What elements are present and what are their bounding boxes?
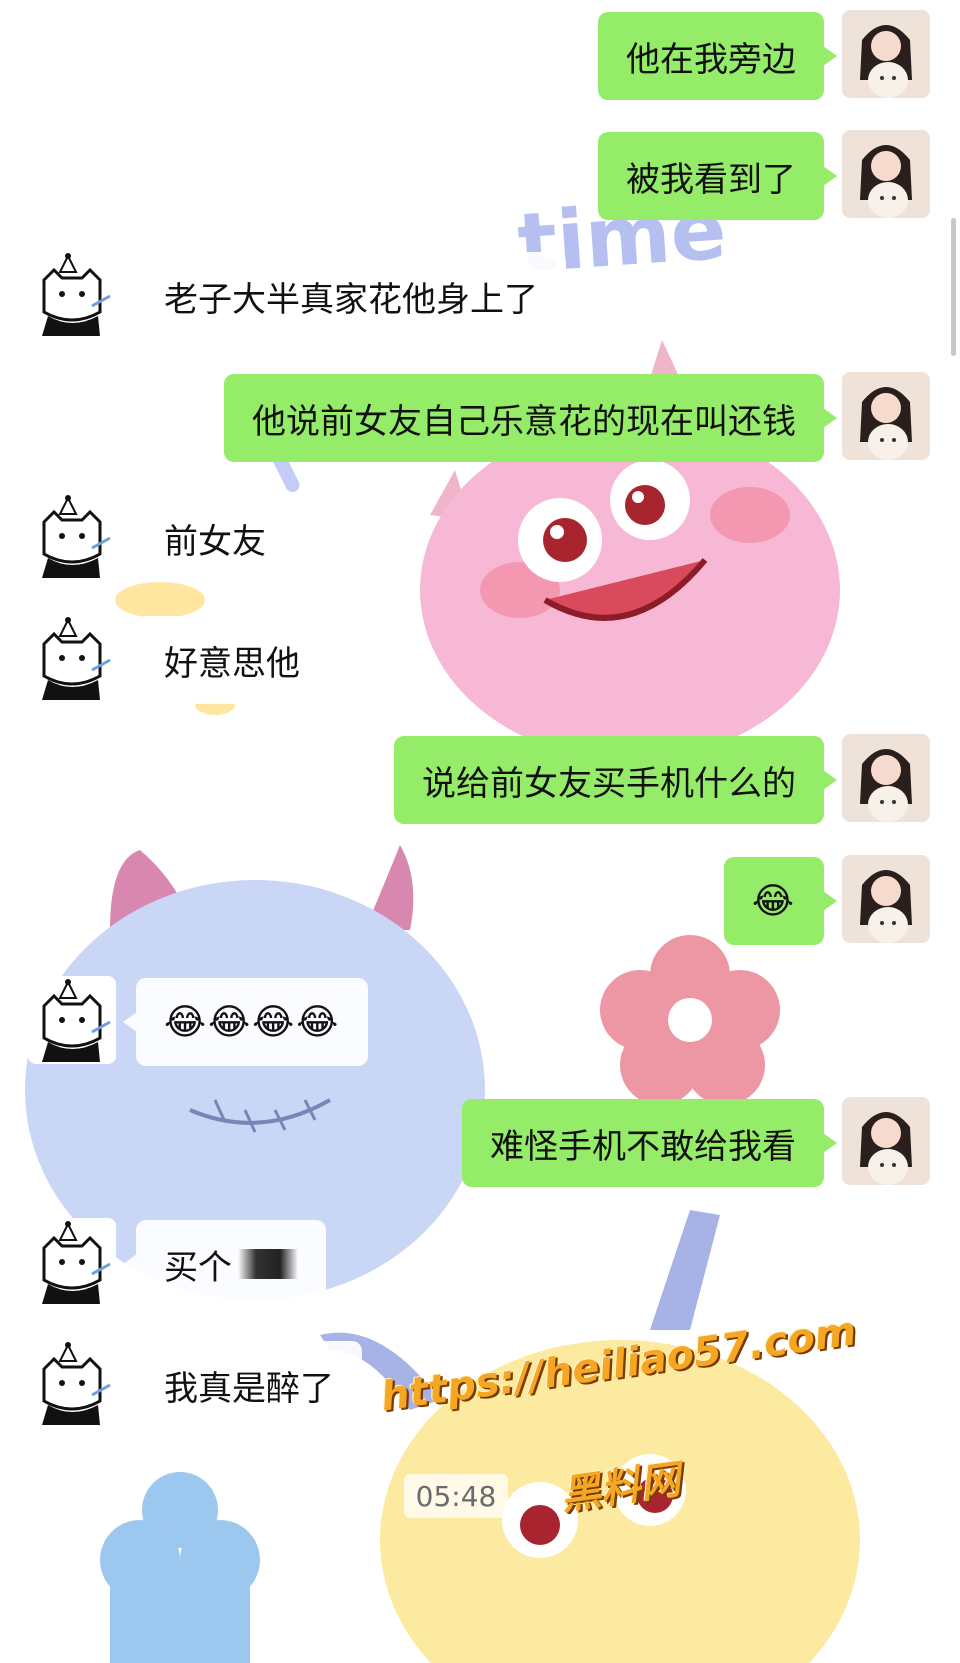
girl-with-bunny-avatar-icon[interactable] bbox=[842, 855, 930, 943]
chat-message-list: 他在我旁边 被我看到了 老子大半真家花他身上了 他说前女友自己乐意花的现在叫还钱… bbox=[0, 0, 960, 1663]
scrollbar[interactable] bbox=[951, 218, 956, 356]
cat-with-party-hat-avatar-icon[interactable] bbox=[28, 492, 116, 580]
cat-with-party-hat-avatar-icon[interactable] bbox=[28, 976, 116, 1064]
girl-with-bunny-avatar-icon[interactable] bbox=[842, 10, 930, 98]
redaction-mark bbox=[238, 1249, 298, 1279]
cat-with-party-hat-avatar-icon[interactable] bbox=[28, 1339, 116, 1427]
message-bubble-self[interactable]: 说给前女友买手机什么的 bbox=[394, 736, 837, 824]
message-bubble-other[interactable]: 老子大半真家花他身上了 bbox=[123, 252, 566, 340]
girl-with-bunny-avatar-icon[interactable] bbox=[842, 734, 930, 822]
message-bubble-self[interactable]: 他说前女友自己乐意花的现在叫还钱 bbox=[224, 374, 837, 462]
girl-with-bunny-avatar-icon[interactable] bbox=[842, 130, 930, 218]
message-bubble-self[interactable]: 难怪手机不敢给我看 bbox=[462, 1099, 837, 1187]
message-bubble-other[interactable]: 前女友 bbox=[123, 494, 294, 582]
message-bubble-self[interactable]: 😂 bbox=[723, 857, 838, 945]
message-bubble-other[interactable]: 我真是醉了 bbox=[123, 1341, 362, 1429]
message-bubble-other[interactable]: 好意思他 bbox=[123, 616, 328, 704]
message-bubble-other[interactable]: 买个 bbox=[123, 1220, 326, 1308]
message-bubble-self[interactable]: 被我看到了 bbox=[598, 132, 837, 220]
girl-with-bunny-avatar-icon[interactable] bbox=[842, 372, 930, 460]
cat-with-party-hat-avatar-icon[interactable] bbox=[28, 614, 116, 702]
girl-with-bunny-avatar-icon[interactable] bbox=[842, 1097, 930, 1185]
cat-with-party-hat-avatar-icon[interactable] bbox=[28, 250, 116, 338]
video-timestamp: 05:48 bbox=[404, 1474, 508, 1518]
message-bubble-other[interactable]: 😂😂😂😂 bbox=[122, 978, 369, 1066]
cat-with-party-hat-avatar-icon[interactable] bbox=[28, 1218, 116, 1306]
message-bubble-self[interactable]: 他在我旁边 bbox=[598, 12, 837, 100]
message-text: 买个 bbox=[164, 1247, 232, 1288]
